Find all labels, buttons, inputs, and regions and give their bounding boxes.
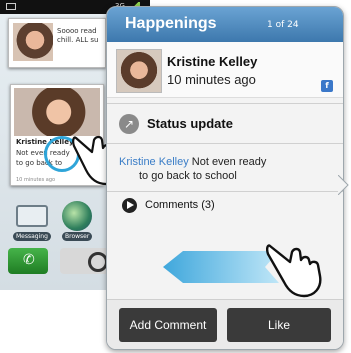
messaging-label: Messaging <box>13 232 51 241</box>
widget-time: 10 minutes ago <box>16 177 56 183</box>
launcher-icon <box>88 252 108 272</box>
widget-text-line: chill. ALL su <box>57 36 99 44</box>
divider <box>107 143 343 144</box>
message-author-link[interactable]: Kristine Kelley <box>119 156 189 168</box>
add-comment-button[interactable]: Add Comment <box>119 308 217 342</box>
launcher-button[interactable] <box>60 248 110 274</box>
divider <box>107 191 343 192</box>
browser-label: Browser <box>62 232 93 241</box>
message-text: to go back to school <box>139 170 237 182</box>
card-title: Happenings <box>125 15 217 32</box>
post-time: 10 minutes ago <box>167 72 256 87</box>
avatar[interactable] <box>116 49 162 93</box>
message-text: Not even ready <box>191 156 267 168</box>
comments-label: Comments (3) <box>145 199 215 211</box>
divider <box>107 103 343 104</box>
item-counter: 1 of 24 <box>267 20 299 30</box>
card-edge-notch <box>338 175 349 195</box>
widget-text-line: Soooo read <box>57 27 97 35</box>
messaging-icon[interactable] <box>16 205 48 227</box>
status-arrow-icon: ↗ <box>119 114 139 134</box>
mail-notification-icon <box>6 3 16 10</box>
friend-photo <box>13 23 53 61</box>
social-widget-small[interactable]: Soooo read chill. ALL su <box>8 18 106 68</box>
status-update-label: Status update <box>147 116 233 131</box>
expand-play-icon <box>122 198 137 213</box>
author-name: Kristine Kelley <box>167 54 258 69</box>
card-header: Happenings 1 of 24 <box>107 7 343 42</box>
action-bar: Add Comment Like <box>107 299 343 349</box>
phone-icon: ✆ <box>23 252 35 268</box>
call-button[interactable]: ✆ <box>8 248 48 274</box>
browser-icon[interactable] <box>62 201 92 231</box>
author-row[interactable]: Kristine Kelley 10 minutes ago f <box>107 42 343 98</box>
swipe-hand-icon <box>266 244 322 298</box>
facebook-icon: f <box>321 80 333 92</box>
like-button[interactable]: Like <box>227 308 331 342</box>
status-message: Kristine Kelley Not even ready to go bac… <box>119 155 335 183</box>
